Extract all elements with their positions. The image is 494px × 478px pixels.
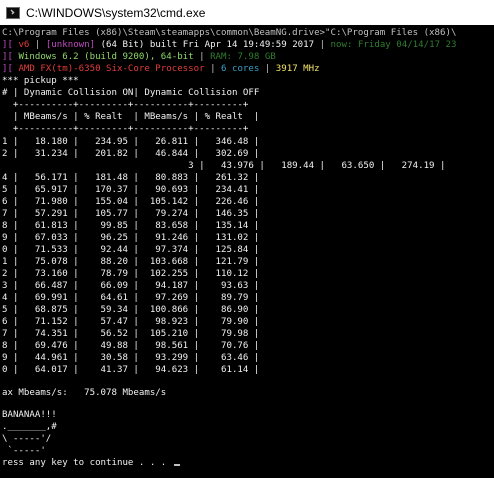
table-row: 9 | 67.033 | 96.25 | 91.246 | 131.02 | — [2, 233, 260, 243]
table-separator-bottom: +----------+---------+----------+-------… — [2, 124, 249, 134]
ascii-art-line-2: \ -----'/ — [2, 434, 52, 444]
console-output[interactable]: C:\Program Files (x86)\Steam\steamapps\c… — [0, 26, 494, 478]
continue-prompt-text: ress any key to continue . . . — [2, 458, 172, 468]
console-text-segment: ][ — [2, 64, 19, 74]
console-text-segment: | — [193, 52, 211, 62]
table-row: 2 | 31.234 | 201.82 | 46.844 | 302.69 | — [2, 149, 260, 159]
banana-text: BANANAA!!! — [2, 410, 57, 420]
console-text-segment: now: Friday 04/14/17 23 — [330, 40, 457, 50]
table-row: 6 | 71.980 | 155.04 | 105.142 | 226.46 | — [2, 197, 260, 207]
console-text-segment: v6 — [18, 40, 30, 50]
console-text-segment: AMD FX(tm)-6350 Six-Core Processor — [18, 64, 205, 74]
cmd-icon — [6, 6, 20, 19]
console-text-segment: | — [314, 40, 331, 50]
console-text-segment: 6 cores — [221, 64, 260, 74]
console-text-segment: ][ — [2, 40, 19, 50]
cmd-window: C:\WINDOWS\system32\cmd.exe C:\Program F… — [0, 0, 494, 478]
title-bar[interactable]: C:\WINDOWS\system32\cmd.exe — [0, 0, 494, 25]
ascii-art-line-1: ._______,# — [2, 422, 57, 432]
table-row: 4 | 69.991 | 64.61 | 97.269 | 89.79 | — [2, 293, 260, 303]
table-row: 9 | 44.961 | 30.58 | 93.299 | 63.46 | — [2, 353, 260, 363]
continue-prompt[interactable]: ress any key to continue . . . — [2, 457, 180, 469]
console-text-segment: | — [204, 64, 222, 74]
max-mbeams-line: ax Mbeams/s: 75.078 Mbeams/s — [2, 388, 167, 398]
table-row: 5 | 68.875 | 59.34 | 100.866 | 86.90 | — [2, 305, 260, 315]
cpu-info-line: ][ AMD FX(tm)-6350 Six-Core Processor | … — [2, 63, 320, 75]
console-text-segment: Windows 6.2 (build 9200), 64-bit — [18, 52, 194, 62]
ascii-art-line-3: `-----' — [2, 446, 46, 456]
scenario-label: *** pickup *** — [2, 76, 79, 86]
table-row: 0 | 64.017 | 41.37 | 94.623 | 61.14 | — [2, 365, 260, 375]
console-text-segment: | — [29, 40, 46, 50]
build-info-line: ][ v6 | [unknown] (64 Bit) built Fri Apr… — [2, 39, 456, 51]
console-text-segment: 3917 MHz — [275, 64, 320, 74]
table-row: 4 | 56.171 | 181.48 | 80.883 | 261.32 | — [2, 173, 260, 183]
table-row: 3 | 66.487 | 66.09 | 94.187 | 93.63 | — [2, 281, 260, 291]
table-row: 7 | 74.351 | 56.52 | 105.210 | 79.98 | — [2, 329, 260, 339]
console-text-segment: | — [259, 64, 276, 74]
table-header-2: | MBeams/s | % Realt | MBeams/s | % Real… — [2, 112, 260, 122]
command-line: C:\Program Files (x86)\Steam\steamapps\c… — [2, 28, 457, 38]
table-row: 6 | 71.152 | 57.47 | 98.923 | 79.90 | — [2, 317, 260, 327]
table-header-1: # | Dynamic Collision ON| Dynamic Collis… — [2, 88, 260, 98]
console-text-segment: RAM: 7.98 GB — [210, 52, 276, 62]
table-row: 8 | 61.813 | 99.85 | 83.658 | 135.14 | — [2, 221, 260, 231]
table-row: 1 | 18.180 | 234.95 | 26.811 | 346.48 | — [2, 137, 260, 147]
console-text-segment: [unknown] — [45, 40, 96, 50]
os-info-line: ][ Windows 6.2 (build 9200), 64-bit | RA… — [2, 51, 276, 63]
text-cursor — [173, 464, 180, 466]
table-row: 8 | 69.476 | 49.88 | 98.561 | 70.76 | — [2, 341, 260, 351]
table-row: 7 | 57.291 | 105.77 | 79.274 | 146.35 | — [2, 209, 260, 219]
table-row: 1 | 75.078 | 88.20 | 103.668 | 121.79 | — [2, 257, 260, 267]
table-row: 3 | 43.976 | 189.44 | 63.650 | 274.19 | — [2, 161, 446, 171]
table-row: 2 | 73.160 | 78.79 | 102.255 | 110.12 | — [2, 269, 260, 279]
table-row: 5 | 65.917 | 170.37 | 90.693 | 234.41 | — [2, 185, 260, 195]
table-separator-top: +----------+---------+----------+-------… — [2, 100, 249, 110]
window-title: C:\WINDOWS\system32\cmd.exe — [26, 5, 206, 20]
console-text-segment: (64 Bit) built Fri Apr 14 19:49:59 2017 — [95, 40, 315, 50]
table-row: 0 | 71.533 | 92.44 | 97.374 | 125.84 | — [2, 245, 260, 255]
console-text-segment: ][ — [2, 52, 19, 62]
